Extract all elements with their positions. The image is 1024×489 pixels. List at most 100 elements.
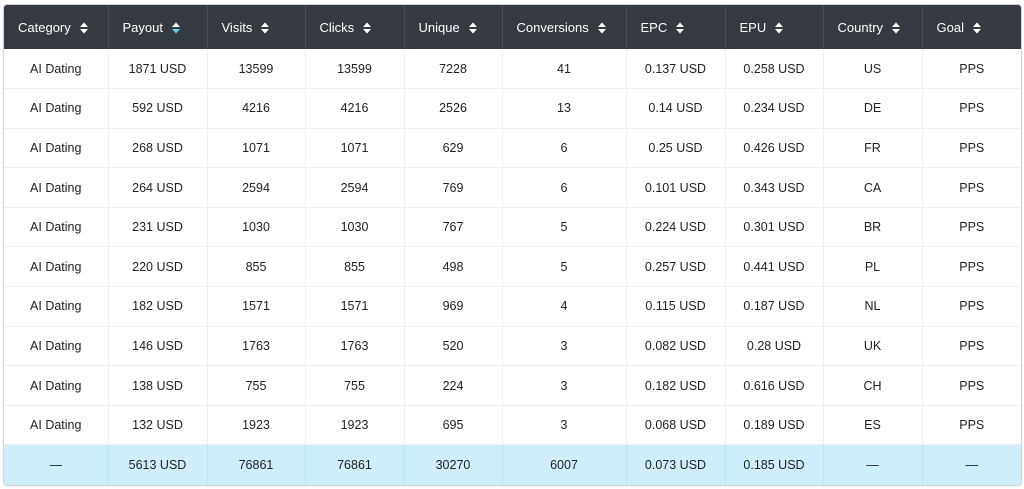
column-header-category[interactable]: Category xyxy=(4,5,109,49)
cell-conversions: 3 xyxy=(502,326,627,367)
cell-country: FR xyxy=(823,128,923,169)
total-visits: 76861 xyxy=(207,444,306,485)
cell-payout: 592 USD xyxy=(108,88,208,129)
total-category: — xyxy=(4,444,109,485)
cell-epc: 0.182 USD xyxy=(626,365,726,406)
cell-epc: 0.25 USD xyxy=(626,128,726,169)
table-row: AI Dating 1871 USD 13599 13599 7228 41 0.137 U… xyxy=(4,49,1021,90)
sort-icon[interactable] xyxy=(892,22,901,34)
cell-epu: 0.301 USD xyxy=(725,207,824,248)
cell-payout: 268 USD xyxy=(108,128,208,169)
column-header-label: EPC xyxy=(640,19,668,35)
cell-visits: 1763 xyxy=(207,326,306,367)
column-header-conversions[interactable]: Conversions xyxy=(502,5,627,49)
cell-epu: 0.441 USD xyxy=(725,246,824,288)
column-header-epc[interactable]: EPC xyxy=(626,5,726,49)
column-header-visits[interactable]: Visits xyxy=(207,5,306,49)
sort-icon[interactable] xyxy=(676,22,685,34)
cell-payout: 146 USD xyxy=(108,326,208,367)
total-conversions: 6007 xyxy=(502,444,627,485)
column-header-label: Payout xyxy=(122,19,163,35)
cell-unique: 767 xyxy=(404,207,503,248)
cell-country: UK xyxy=(823,326,923,367)
table-row: AI Dating 268 USD 1071 1071 629 6 0.25 USD 0.42… xyxy=(4,128,1021,169)
sort-icon[interactable] xyxy=(468,22,477,34)
sort-icon[interactable] xyxy=(261,22,270,34)
cell-epc: 0.082 USD xyxy=(626,326,726,367)
cell-conversions: 4 xyxy=(502,286,627,327)
cell-epu: 0.426 USD xyxy=(725,128,824,169)
cell-country: DE xyxy=(823,88,923,129)
cell-clicks: 1763 xyxy=(305,326,405,367)
sort-icon[interactable] xyxy=(775,22,784,34)
cell-goal: PPS xyxy=(922,326,1021,367)
cell-visits: 2594 xyxy=(207,167,306,208)
cell-epu: 0.343 USD xyxy=(725,167,824,208)
column-header-label: Category xyxy=(18,19,71,35)
cell-category: AI Dating xyxy=(4,286,109,327)
cell-conversions: 5 xyxy=(502,207,627,248)
cell-goal: PPS xyxy=(922,365,1021,406)
column-header-label: Country xyxy=(837,19,884,35)
column-header-label: Clicks xyxy=(319,19,355,35)
sort-icon[interactable] xyxy=(363,22,372,34)
total-unique: 30270 xyxy=(404,444,503,485)
cell-epc: 0.137 USD xyxy=(626,49,726,90)
column-header-country[interactable]: Country xyxy=(823,5,923,49)
cell-category: AI Dating xyxy=(4,128,109,169)
cell-country: PL xyxy=(823,246,923,288)
table-row: AI Dating 231 USD 1030 1030 767 5 0.224 USD 0.3… xyxy=(4,207,1021,248)
cell-category: AI Dating xyxy=(4,405,109,446)
total-epu: 0.185 USD xyxy=(725,444,824,485)
table-row: AI Dating 220 USD 855 855 498 5 0.257 USD 0.441… xyxy=(4,246,1021,288)
cell-conversions: 41 xyxy=(502,49,627,90)
sort-icon[interactable] xyxy=(597,22,606,34)
sort-icon[interactable] xyxy=(79,22,88,34)
cell-goal: PPS xyxy=(922,405,1021,446)
cell-category: AI Dating xyxy=(4,326,109,367)
cell-unique: 498 xyxy=(404,246,503,288)
cell-country: BR xyxy=(823,207,923,248)
cell-payout: 138 USD xyxy=(108,365,208,406)
cell-epu: 0.187 USD xyxy=(725,286,824,327)
cell-unique: 520 xyxy=(404,326,503,367)
cell-conversions: 3 xyxy=(502,405,627,446)
table-row: AI Dating 146 USD 1763 1763 520 3 0.082 USD 0.2… xyxy=(4,326,1021,367)
total-payout: 5613 USD xyxy=(108,444,208,485)
header-row: Category Payout Visits Clicks Unique Conversi… xyxy=(4,5,1021,49)
cell-category: AI Dating xyxy=(4,207,109,248)
cell-goal: PPS xyxy=(922,128,1021,169)
cell-unique: 695 xyxy=(404,405,503,446)
cell-unique: 629 xyxy=(404,128,503,169)
cell-goal: PPS xyxy=(922,207,1021,248)
cell-conversions: 6 xyxy=(502,128,627,169)
cell-unique: 969 xyxy=(404,286,503,327)
total-epc: 0.073 USD xyxy=(626,444,726,485)
cell-payout: 132 USD xyxy=(108,405,208,446)
column-header-label: Goal xyxy=(936,19,964,35)
cell-epu: 0.28 USD xyxy=(725,326,824,367)
cell-visits: 755 xyxy=(207,365,306,406)
cell-conversions: 13 xyxy=(502,88,627,129)
column-header-label: Conversions xyxy=(516,19,589,35)
cell-clicks: 1571 xyxy=(305,286,405,327)
cell-visits: 1571 xyxy=(207,286,306,327)
total-goal: — xyxy=(965,457,979,472)
column-header-epu[interactable]: EPU xyxy=(725,5,824,49)
sort-desc-icon[interactable] xyxy=(171,22,180,34)
cell-goal: PPS xyxy=(922,286,1021,327)
cell-country: NL xyxy=(823,286,923,327)
column-header-goal[interactable]: Goal xyxy=(922,5,1021,49)
total-clicks: 76861 xyxy=(305,444,405,485)
column-header-payout[interactable]: Payout xyxy=(108,5,208,49)
column-header-unique[interactable]: Unique xyxy=(404,5,503,49)
cell-category: AI Dating xyxy=(4,167,109,208)
cell-unique: 769 xyxy=(404,167,503,208)
table-row: AI Dating 592 USD 4216 4216 2526 13 0.14 USD 0.… xyxy=(4,88,1021,129)
sort-icon[interactable] xyxy=(972,22,981,34)
cell-clicks: 1071 xyxy=(305,128,405,169)
column-header-clicks[interactable]: Clicks xyxy=(305,5,405,49)
cell-clicks: 855 xyxy=(305,246,405,288)
cell-epu: 0.616 USD xyxy=(725,365,824,406)
cell-visits: 1071 xyxy=(207,128,306,169)
